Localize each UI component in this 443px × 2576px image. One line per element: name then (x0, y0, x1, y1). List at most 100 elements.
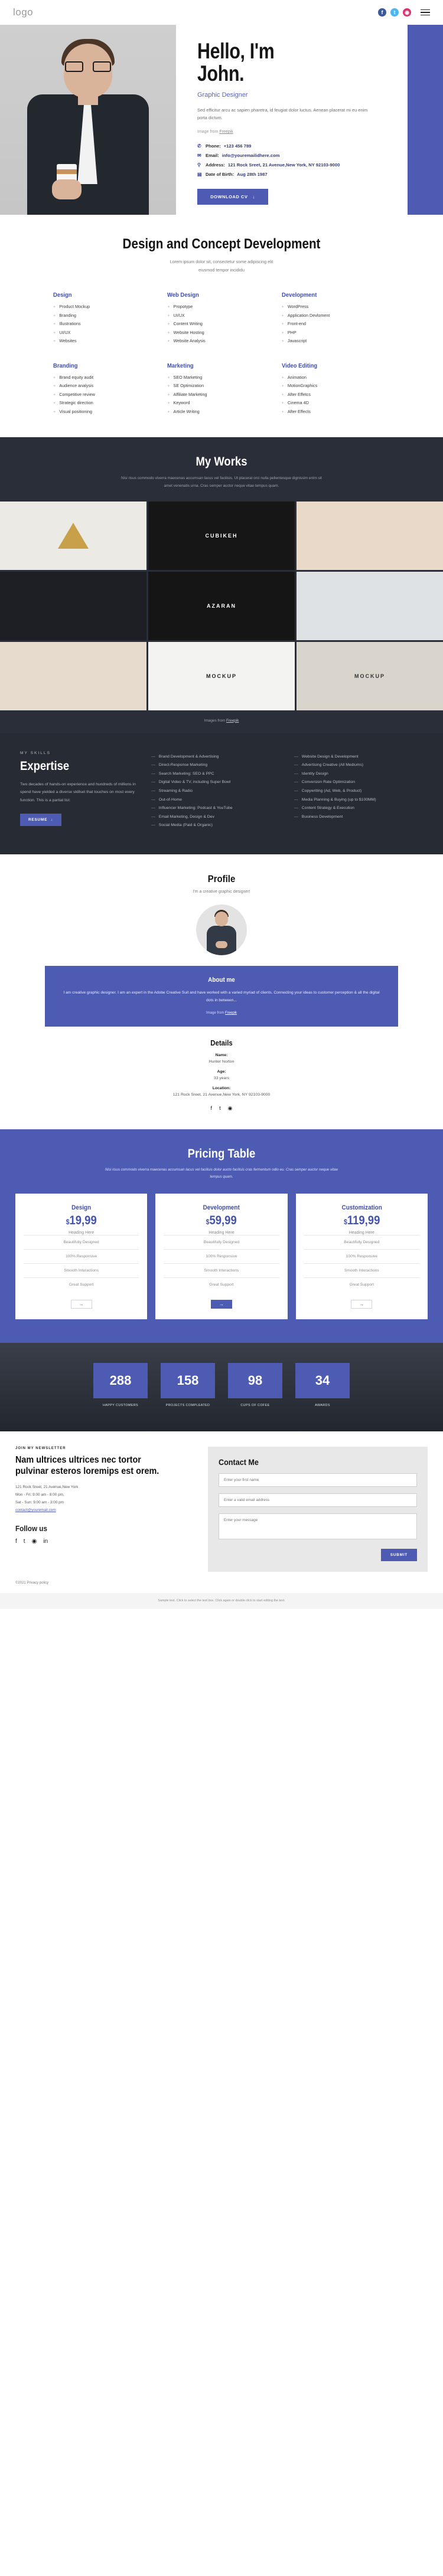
service-item[interactable]: + Brand equity audit (53, 375, 161, 380)
counter-value: 288 (93, 1362, 148, 1398)
service-item[interactable]: + Websites (53, 338, 161, 343)
list-item[interactable] (0, 641, 146, 710)
service-item[interactable]: + Website Hosting (167, 330, 275, 335)
hero-section: Hello, I'm John. Graphic Designer Sed ef… (0, 25, 443, 215)
service-group-heading: Design (53, 291, 72, 299)
footer-newsletter-block: JOIN MY NEWSLETTER Nam ultrices ultrices… (15, 1447, 193, 1572)
service-group-heading: Video Editing (281, 362, 317, 369)
list-item[interactable]: AZARAN (148, 571, 295, 640)
service-item[interactable]: + Product Mockup (53, 304, 161, 309)
service-item[interactable]: + After Effetcs (282, 392, 390, 397)
message-field[interactable] (219, 1513, 417, 1539)
service-item[interactable]: + Animation (282, 375, 390, 380)
dash-icon: — (294, 763, 298, 768)
footer-email-link[interactable]: contact@youremail.com (15, 1508, 56, 1512)
service-item[interactable]: + Article Writing (167, 409, 275, 414)
service-item-label: SEO Marketing (173, 374, 203, 380)
facebook-icon[interactable]: f (15, 1538, 17, 1545)
about-me-text: I am creative graphic designer. I am an … (63, 990, 380, 1002)
linkedin-icon[interactable]: in (43, 1538, 48, 1545)
twitter-icon[interactable]: t (219, 1105, 221, 1112)
service-item[interactable]: + Strategic direction (53, 400, 161, 405)
service-item[interactable]: + Affiliate Marketing (167, 392, 275, 397)
email-field[interactable] (219, 1493, 417, 1507)
download-cv-button[interactable]: DOWNLOAD CV ↓ (197, 189, 268, 205)
plan-cta-button[interactable]: → (210, 1299, 232, 1309)
service-item[interactable]: + SE Optimization (167, 383, 275, 388)
service-item-label: Animation (287, 374, 307, 380)
service-item[interactable]: + Audience analysis (53, 383, 161, 388)
detail-value-age: 33 years (213, 1076, 230, 1081)
twitter-icon[interactable]: t (24, 1538, 25, 1545)
instagram-icon[interactable]: ◉ (228, 1105, 233, 1112)
plus-icon: + (281, 338, 284, 344)
freepik-link[interactable]: Freepik (226, 719, 239, 723)
instagram-icon[interactable]: ◉ (403, 8, 411, 17)
site-logo[interactable]: logo (13, 6, 33, 18)
plus-icon: + (53, 408, 56, 414)
service-item-label: Cinema 4D (287, 400, 309, 406)
hamburger-menu-icon[interactable] (421, 9, 430, 16)
list-item[interactable]: MOCKUP (297, 641, 443, 710)
contact-form-heading: Contact Me (219, 1457, 259, 1467)
service-item[interactable]: + Application Devloment (282, 313, 390, 318)
service-item[interactable]: + SEO Marketing (167, 375, 275, 380)
submit-button[interactable]: SUBMIT (380, 1548, 417, 1561)
dash-icon: — (294, 754, 298, 759)
instagram-icon[interactable]: ◉ (32, 1538, 37, 1545)
counter-label: PROJECTS COMPLEATED (165, 1403, 210, 1407)
freepik-link[interactable]: Freepik (219, 130, 233, 134)
list-item[interactable]: CUBIKEH (148, 501, 295, 570)
service-item-label: Websites (59, 338, 77, 344)
address-line-1: 121 Rock Sreet, 21 Avenue,New York (15, 1485, 79, 1490)
plan-cta-button[interactable]: → (70, 1299, 92, 1309)
service-item[interactable]: + Visual positioning (53, 409, 161, 414)
service-item[interactable]: + PHP (282, 330, 390, 335)
freepik-link[interactable]: Freepik (225, 1011, 237, 1015)
list-item[interactable] (297, 501, 443, 570)
service-item[interactable]: + UI/UX (167, 313, 275, 318)
expertise-item-label: Email Marketing, Design & Dev (158, 814, 214, 819)
resume-button[interactable]: RESUME ↓ (20, 814, 62, 827)
contact-value[interactable]: +123 456 789 (224, 143, 252, 149)
about-image-credit: Image from Freepik (60, 1011, 383, 1015)
expertise-item-label: Out-of-Home (158, 797, 183, 802)
tile-caption: AZARAN (207, 602, 236, 609)
list-item[interactable] (0, 571, 146, 640)
plan-cta-button[interactable]: → (351, 1299, 373, 1309)
service-item-label: SE Optimization (173, 383, 204, 389)
service-item[interactable]: + Content Writing (167, 321, 275, 326)
list-item[interactable]: MOCKUP (148, 641, 295, 710)
service-item[interactable]: + WordPress (282, 304, 390, 309)
service-group: Web Design + Propotype + UI/UX + Content Writi… (167, 291, 275, 347)
plus-icon: + (281, 383, 284, 389)
service-item[interactable]: + Illustrations (53, 321, 161, 326)
expertise-item-label: Influencer Marketing: Podcast & YouTube (158, 806, 233, 811)
list-item[interactable] (297, 571, 443, 640)
first-name-field[interactable] (219, 1473, 417, 1487)
service-item[interactable]: + Keyword (167, 400, 275, 405)
service-item[interactable]: + Javascript (282, 338, 390, 343)
service-item[interactable]: + Branding (53, 313, 161, 318)
plan-price: $119,99 (343, 1213, 380, 1227)
service-item[interactable]: + Front-end (282, 321, 390, 326)
service-item[interactable]: + Propotype (167, 304, 275, 309)
service-item[interactable]: + Website Analysis (167, 338, 275, 343)
service-item[interactable]: + MotionGraphics (282, 383, 390, 388)
service-item[interactable]: + Competitive review (53, 392, 161, 397)
expertise-item: — Digital Video & TV, including Super Bow… (151, 779, 280, 786)
service-item[interactable]: + After Effects (282, 409, 390, 414)
resume-label: RESUME (28, 818, 48, 822)
service-item-label: Product Mockup (59, 304, 90, 310)
list-item[interactable] (0, 501, 146, 570)
facebook-icon[interactable]: f (211, 1105, 213, 1112)
twitter-icon[interactable]: t (390, 8, 399, 17)
plus-icon: + (53, 391, 56, 397)
copyright-text[interactable]: ©2021 Privacy policy (0, 1578, 443, 1593)
dash-icon: — (151, 823, 155, 828)
service-item[interactable]: + UI/UX (53, 330, 161, 335)
service-item[interactable]: + Cinema 4D (282, 400, 390, 405)
expertise-item-label: Streaming & Radio (158, 788, 193, 793)
facebook-icon[interactable]: f (378, 8, 386, 17)
contact-value[interactable]: info@youremailidhere.com (222, 153, 280, 158)
